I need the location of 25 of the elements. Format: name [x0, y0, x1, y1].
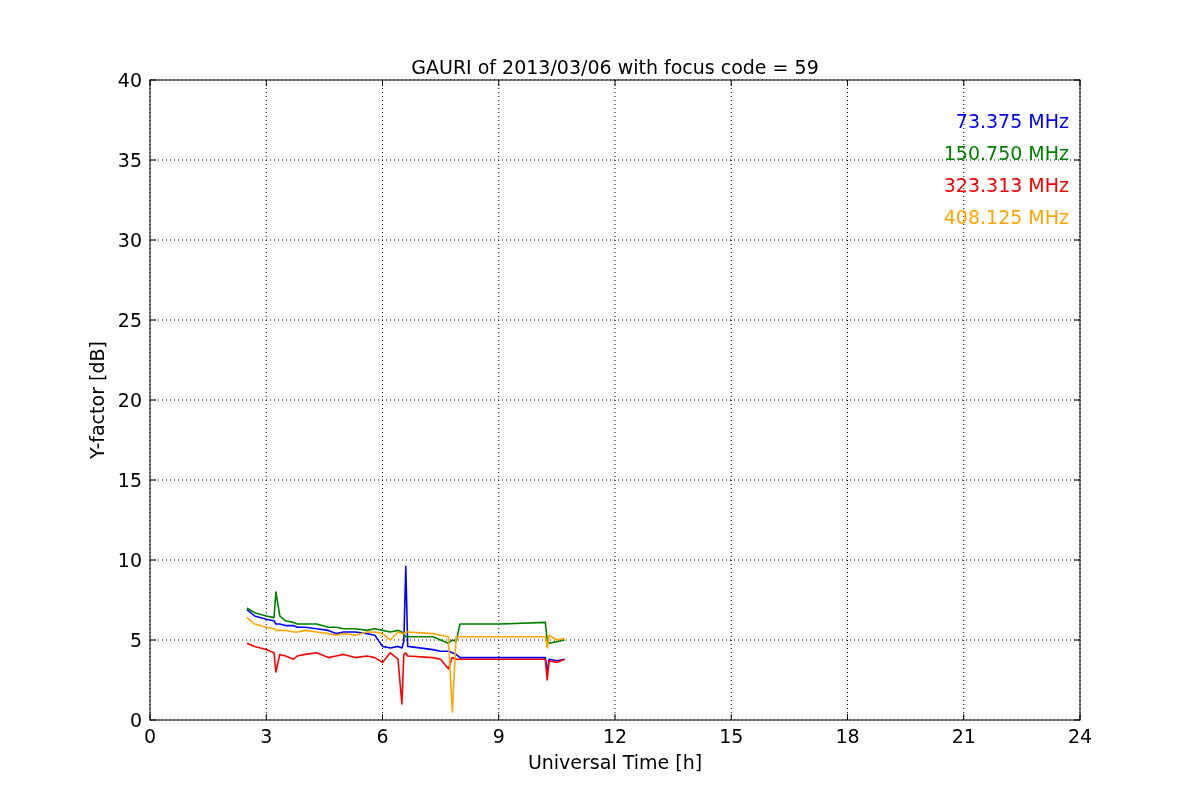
legend-label: 323.313 MHz [943, 174, 1069, 196]
y-tick-label: 5 [129, 629, 142, 651]
y-tick-label: 0 [129, 709, 142, 731]
x-tick-label: 18 [835, 725, 860, 747]
x-tick-label: 3 [260, 725, 273, 747]
y-tick-label: 15 [117, 469, 142, 491]
legend-label: 73.375 MHz [955, 110, 1069, 132]
y-tick-label: 40 [117, 69, 142, 91]
x-axis-label: Universal Time [h] [527, 751, 703, 773]
y-tick-label: 10 [117, 549, 142, 571]
x-tick-label: 9 [492, 725, 505, 747]
chart-title: GAURI of 2013/03/06 with focus code = 59 [411, 56, 819, 78]
y-tick-label: 30 [117, 229, 142, 251]
legend-label: 150.750 MHz [943, 142, 1069, 164]
x-tick-label: 12 [602, 725, 628, 747]
x-tick-label: 24 [1067, 725, 1093, 747]
x-tick-label: 15 [719, 725, 744, 747]
y-tick-label: 25 [117, 309, 142, 331]
x-tick-label: 21 [951, 725, 976, 747]
y-axis-label: Y-factor [dB] [86, 341, 108, 459]
legend-label: 408.125 MHz [943, 206, 1069, 228]
y-tick-label: 20 [117, 389, 142, 411]
y-tick-label: 35 [117, 149, 142, 171]
x-tick-label: 0 [143, 725, 157, 747]
x-tick-label: 6 [376, 725, 389, 747]
